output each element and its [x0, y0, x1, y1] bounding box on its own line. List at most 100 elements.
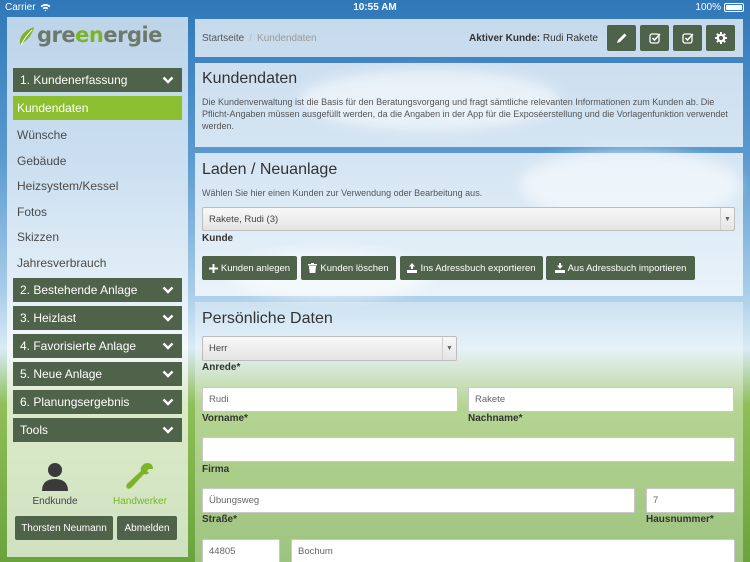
sidebar-item-2-bestehende-anlage[interactable]: 2. Bestehende Anlage: [13, 277, 182, 302]
chevron-down-icon: [162, 426, 174, 434]
customer-select-value: Rakete, Rudi (3): [209, 213, 279, 225]
export-addressbook-button[interactable]: Ins Adressbuch exportieren: [400, 256, 543, 280]
chevron-down-icon: [162, 314, 174, 322]
sidebar-item-kundendaten[interactable]: Kundendaten: [13, 96, 182, 120]
customer-label: Kunde: [202, 233, 234, 244]
sidebar-item-4-favorisierte-anlage[interactable]: 4. Favorisierte Anlage: [13, 333, 182, 358]
logout-button[interactable]: Abmelden: [117, 516, 177, 540]
delete-customer-button[interactable]: Kunden löschen: [301, 256, 396, 280]
vorname-label: Vorname*: [202, 413, 248, 424]
vorname-value: Rudi: [209, 394, 229, 405]
export-addressbook-label: Ins Adressbuch exportieren: [420, 262, 536, 274]
sidebar-item-label: 6. Planungsergebnis: [20, 394, 130, 409]
user-button[interactable]: Thorsten Neumann: [15, 516, 113, 540]
chevron-down-icon: [162, 342, 174, 350]
kundendaten-description: Die Kundenverwaltung ist die Basis für d…: [202, 97, 728, 131]
kundendaten-title: Kundendaten: [202, 70, 298, 87]
sidebar-item-fotos[interactable]: Fotos: [13, 201, 182, 223]
trash-icon: [308, 263, 318, 273]
import-addressbook-button[interactable]: Aus Adressbuch importieren: [546, 256, 695, 280]
anrede-select[interactable]: Herr ▼: [202, 336, 457, 361]
hausnummer-field[interactable]: 7: [646, 488, 735, 513]
breadcrumb: Startseite / Kundendaten: [202, 33, 317, 44]
sidebar-item-label: Fotos: [17, 204, 48, 219]
clock: 10:55 AM: [353, 2, 397, 13]
sidebar-item-3-heizlast[interactable]: 3. Heizlast: [13, 305, 182, 330]
ort-field[interactable]: Bochum: [291, 539, 735, 562]
sidebar-item-wünsche[interactable]: Wünsche: [13, 124, 182, 146]
sidebar-nav: 1. Kundenerfassung Kundendaten Wünsche Gebä…: [13, 68, 182, 446]
sidebar-item-label: Heizsystem/Kessel: [17, 179, 119, 194]
plz-value: 44805: [209, 546, 236, 557]
gear-icon: [714, 32, 727, 44]
create-customer-button[interactable]: Kunden anlegen: [202, 256, 297, 280]
check-button-2[interactable]: [673, 25, 702, 51]
nachname-field[interactable]: Rakete: [468, 387, 734, 412]
sidebar-item-6-planungsergebnis[interactable]: 6. Planungsergebnis: [13, 389, 182, 414]
sidebar-item-label: 4. Favorisierte Anlage: [20, 338, 137, 353]
sidebar-item-jahresverbrauch[interactable]: Jahresverbrauch: [13, 252, 182, 274]
laden-panel: Laden / Neuanlage Wählen Sie hier einen …: [195, 153, 743, 296]
firma-field[interactable]: [202, 437, 735, 462]
sidebar-item-5-neue-anlage[interactable]: 5. Neue Anlage: [13, 361, 182, 386]
delete-customer-label: Kunden löschen: [320, 262, 389, 274]
breadcrumb-home[interactable]: Startseite: [202, 33, 244, 44]
laden-description: Wählen Sie hier einen Kunden zur Verwend…: [202, 188, 483, 198]
strasse-label: Straße*: [202, 514, 238, 525]
breadcrumb-current: Kundendaten: [257, 33, 317, 44]
plz-field[interactable]: 44805: [202, 539, 280, 562]
active-customer-name: Rudi Rakete: [542, 33, 598, 44]
anrede-value: Herr: [209, 343, 228, 354]
check-square-icon: [681, 33, 694, 44]
chevron-down-icon: [162, 398, 174, 406]
sidebar-item-label: 1. Kundenerfassung: [20, 73, 128, 87]
chevron-down-icon: ▼: [442, 337, 456, 360]
wrench-icon: [126, 463, 153, 489]
anrede-label: Anrede*: [202, 362, 241, 373]
sidebar-item-label: Skizzen: [17, 230, 60, 245]
leaf-logo-icon: [19, 27, 34, 46]
person-icon: [42, 463, 68, 491]
hausnummer-value: 7: [653, 495, 659, 506]
battery-indicator: 100%: [695, 2, 744, 13]
sidebar-item-skizzen[interactable]: Skizzen: [13, 226, 182, 248]
sidebar-item-label: 5. Neue Anlage: [20, 366, 103, 381]
persoenliche-daten-title: Persönliche Daten: [202, 310, 333, 327]
chevron-down-icon: ▼: [720, 208, 734, 230]
role-handwerker[interactable]: Handwerker: [98, 461, 182, 507]
role-endkunde-label: Endkunde: [32, 496, 78, 507]
strasse-field[interactable]: Übungsweg: [202, 488, 635, 513]
export-icon: [407, 263, 418, 273]
import-addressbook-label: Aus Adressbuch importieren: [567, 262, 687, 274]
kundendaten-panel: Kundendaten Die Kundenverwaltung ist die…: [195, 63, 743, 147]
battery-percent: 100%: [695, 2, 721, 13]
create-customer-label: Kunden anlegen: [220, 262, 291, 274]
chevron-down-icon: [162, 370, 174, 378]
pencil-icon: [616, 33, 626, 43]
sidebar-item-label: Wünsche: [17, 128, 68, 142]
sidebar-item-label: 3. Heizlast: [20, 310, 77, 325]
active-customer: Aktiver Kunde: Rudi Rakete: [469, 33, 598, 44]
sidebar-item-1-kundenerfassung[interactable]: 1. Kundenerfassung: [13, 68, 182, 92]
vorname-field[interactable]: Rudi: [202, 387, 458, 412]
main-content: Startseite / Kundendaten Aktiver Kunde: Ru…: [195, 17, 743, 562]
sidebar-item-gebäude[interactable]: Gebäude: [13, 150, 182, 172]
check-button-1[interactable]: [640, 25, 669, 51]
hausnummer-label: Hausnummer*: [646, 514, 714, 525]
settings-button[interactable]: [706, 25, 735, 51]
status-bar: Carrier 10:55 AM 100%: [0, 0, 750, 17]
plus-icon: [208, 263, 218, 273]
topbar: Startseite / Kundendaten Aktiver Kunde: Ru…: [195, 19, 743, 57]
role-endkunde[interactable]: Endkunde: [13, 461, 97, 507]
nachname-label: Nachname*: [468, 413, 523, 424]
edit-button[interactable]: [607, 25, 636, 51]
active-customer-label: Aktiver Kunde:: [469, 33, 541, 44]
sidebar-item-tools[interactable]: Tools: [13, 417, 182, 442]
sidebar-item-heizsystem-kessel[interactable]: Heizsystem/Kessel: [13, 175, 182, 197]
sidebar-item-label: Kundendaten: [17, 101, 89, 115]
sidebar-item-label: 2. Bestehende Anlage: [20, 282, 138, 297]
sidebar-item-label: Jahresverbrauch: [17, 255, 107, 270]
chevron-down-icon: [162, 76, 174, 84]
customer-select[interactable]: Rakete, Rudi (3) ▼: [202, 207, 735, 231]
check-square-icon: [648, 33, 661, 44]
